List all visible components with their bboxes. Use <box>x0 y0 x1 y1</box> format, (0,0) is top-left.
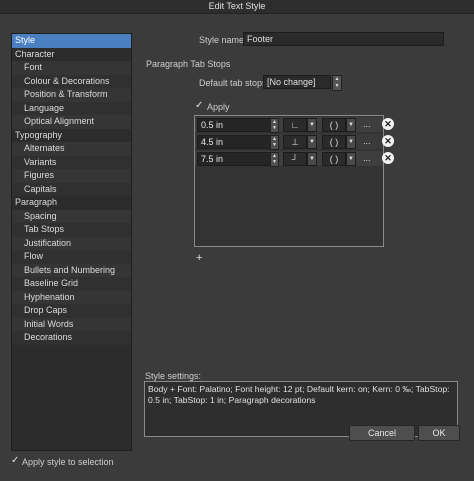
cancel-button[interactable]: Cancel <box>349 425 415 441</box>
tab-stop-row: 7.5 in ▲ ▼ ┘ ▼ ( ) ▼ ... ✕ <box>195 151 394 167</box>
sidebar-item-style[interactable]: Style <box>12 34 131 48</box>
sidebar-item-font[interactable]: Font <box>12 61 131 75</box>
tab-alignment-select[interactable]: ∟ <box>283 118 307 132</box>
delete-tab-stop-icon[interactable]: ✕ <box>382 118 394 130</box>
chevron-down-icon[interactable]: ▼ <box>346 152 356 166</box>
tab-position-stepper[interactable]: ▲ ▼ <box>270 152 279 167</box>
default-tab-stops-stepper[interactable]: ▲ ▼ <box>332 75 342 91</box>
tab-leader-select[interactable]: ( ) <box>322 152 346 166</box>
sidebar-item-tab-stops[interactable]: Tab Stops <box>12 223 131 237</box>
sidebar-item-variants[interactable]: Variants <box>12 155 131 169</box>
more-options-button[interactable]: ... <box>363 117 371 131</box>
sidebar-item-optical-alignment[interactable]: Optical Alignment <box>12 115 131 129</box>
sidebar-item-language[interactable]: Language <box>12 101 131 115</box>
sidebar-item-initial-words[interactable]: Initial Words <box>12 317 131 331</box>
more-options-button[interactable]: ... <box>363 134 371 148</box>
delete-tab-stop-icon[interactable]: ✕ <box>382 152 394 164</box>
apply-checkmark-icon[interactable]: ✓ <box>195 100 203 111</box>
sidebar-item-spacing[interactable]: Spacing <box>12 209 131 223</box>
sidebar-item-typography[interactable]: Typography <box>12 129 131 143</box>
apply-selection-checkmark-icon[interactable]: ✓ <box>11 455 19 466</box>
add-tab-stop-icon[interactable]: + <box>196 252 202 264</box>
default-tab-stops-label: Default tab stops: <box>199 78 270 88</box>
tab-stops-list: 0.5 in ▲ ▼ ∟ ▼ ( ) ▼ ... ✕ 4.5 in ▲ ▼ ⊥ ▼ … <box>194 115 394 247</box>
tab-position-input[interactable]: 0.5 in <box>197 118 272 132</box>
chevron-down-icon[interactable]: ▼ <box>307 118 317 132</box>
sidebar-item-paragraph[interactable]: Paragraph <box>12 196 131 210</box>
style-settings-label: Style settings: <box>145 371 202 381</box>
sidebar-item-capitals[interactable]: Capitals <box>12 182 131 196</box>
sidebar-item-baseline-grid[interactable]: Baseline Grid <box>12 277 131 291</box>
window-title: Edit Text Style <box>0 0 474 14</box>
section-paragraph-tab-stops: Paragraph Tab Stops <box>146 59 231 69</box>
sidebar-item-figures[interactable]: Figures <box>12 169 131 183</box>
sidebar-item-flow[interactable]: Flow <box>12 250 131 264</box>
sidebar-item-colour-decorations[interactable]: Colour & Decorations <box>12 74 131 88</box>
tab-stop-row: 0.5 in ▲ ▼ ∟ ▼ ( ) ▼ ... ✕ <box>195 117 394 133</box>
sidebar-item-character[interactable]: Character <box>12 48 131 62</box>
sidebar-item-decorations[interactable]: Decorations <box>12 331 131 345</box>
chevron-down-icon[interactable]: ▼ <box>307 152 317 166</box>
category-sidebar: Style Character Font Colour & Decorations Po… <box>11 33 132 451</box>
sidebar-item-hyphenation[interactable]: Hyphenation <box>12 290 131 304</box>
sidebar-item-alternates[interactable]: Alternates <box>12 142 131 156</box>
tab-leader-select[interactable]: ( ) <box>322 118 346 132</box>
apply-selection-label: Apply style to selection <box>22 457 114 467</box>
chevron-down-icon[interactable]: ▼ <box>307 135 317 149</box>
sidebar-item-justification[interactable]: Justification <box>12 236 131 250</box>
tab-stop-row: 4.5 in ▲ ▼ ⊥ ▼ ( ) ▼ ... ✕ <box>195 134 394 150</box>
apply-label: Apply <box>207 102 230 112</box>
delete-tab-stop-icon[interactable]: ✕ <box>382 135 394 147</box>
chevron-down-icon[interactable]: ▼ <box>346 135 356 149</box>
tab-position-stepper[interactable]: ▲ ▼ <box>270 118 279 133</box>
tab-position-input[interactable]: 7.5 in <box>197 152 272 166</box>
tab-alignment-select[interactable]: ┘ <box>283 152 307 166</box>
chevron-down-icon[interactable]: ▼ <box>346 118 356 132</box>
style-name-input[interactable]: Footer <box>243 32 444 46</box>
default-tab-stops-input[interactable]: [No change] <box>263 75 331 89</box>
sidebar-item-drop-caps[interactable]: Drop Caps <box>12 304 131 318</box>
ok-button[interactable]: OK <box>418 425 460 441</box>
style-name-label: Style name: <box>199 35 247 45</box>
tab-position-stepper[interactable]: ▲ ▼ <box>270 135 279 150</box>
tab-position-input[interactable]: 4.5 in <box>197 135 272 149</box>
tab-alignment-select[interactable]: ⊥ <box>283 135 307 149</box>
sidebar-item-position-transform[interactable]: Position & Transform <box>12 88 131 102</box>
more-options-button[interactable]: ... <box>363 151 371 165</box>
tab-leader-select[interactable]: ( ) <box>322 135 346 149</box>
sidebar-item-bullets-and-numbering[interactable]: Bullets and Numbering <box>12 263 131 277</box>
